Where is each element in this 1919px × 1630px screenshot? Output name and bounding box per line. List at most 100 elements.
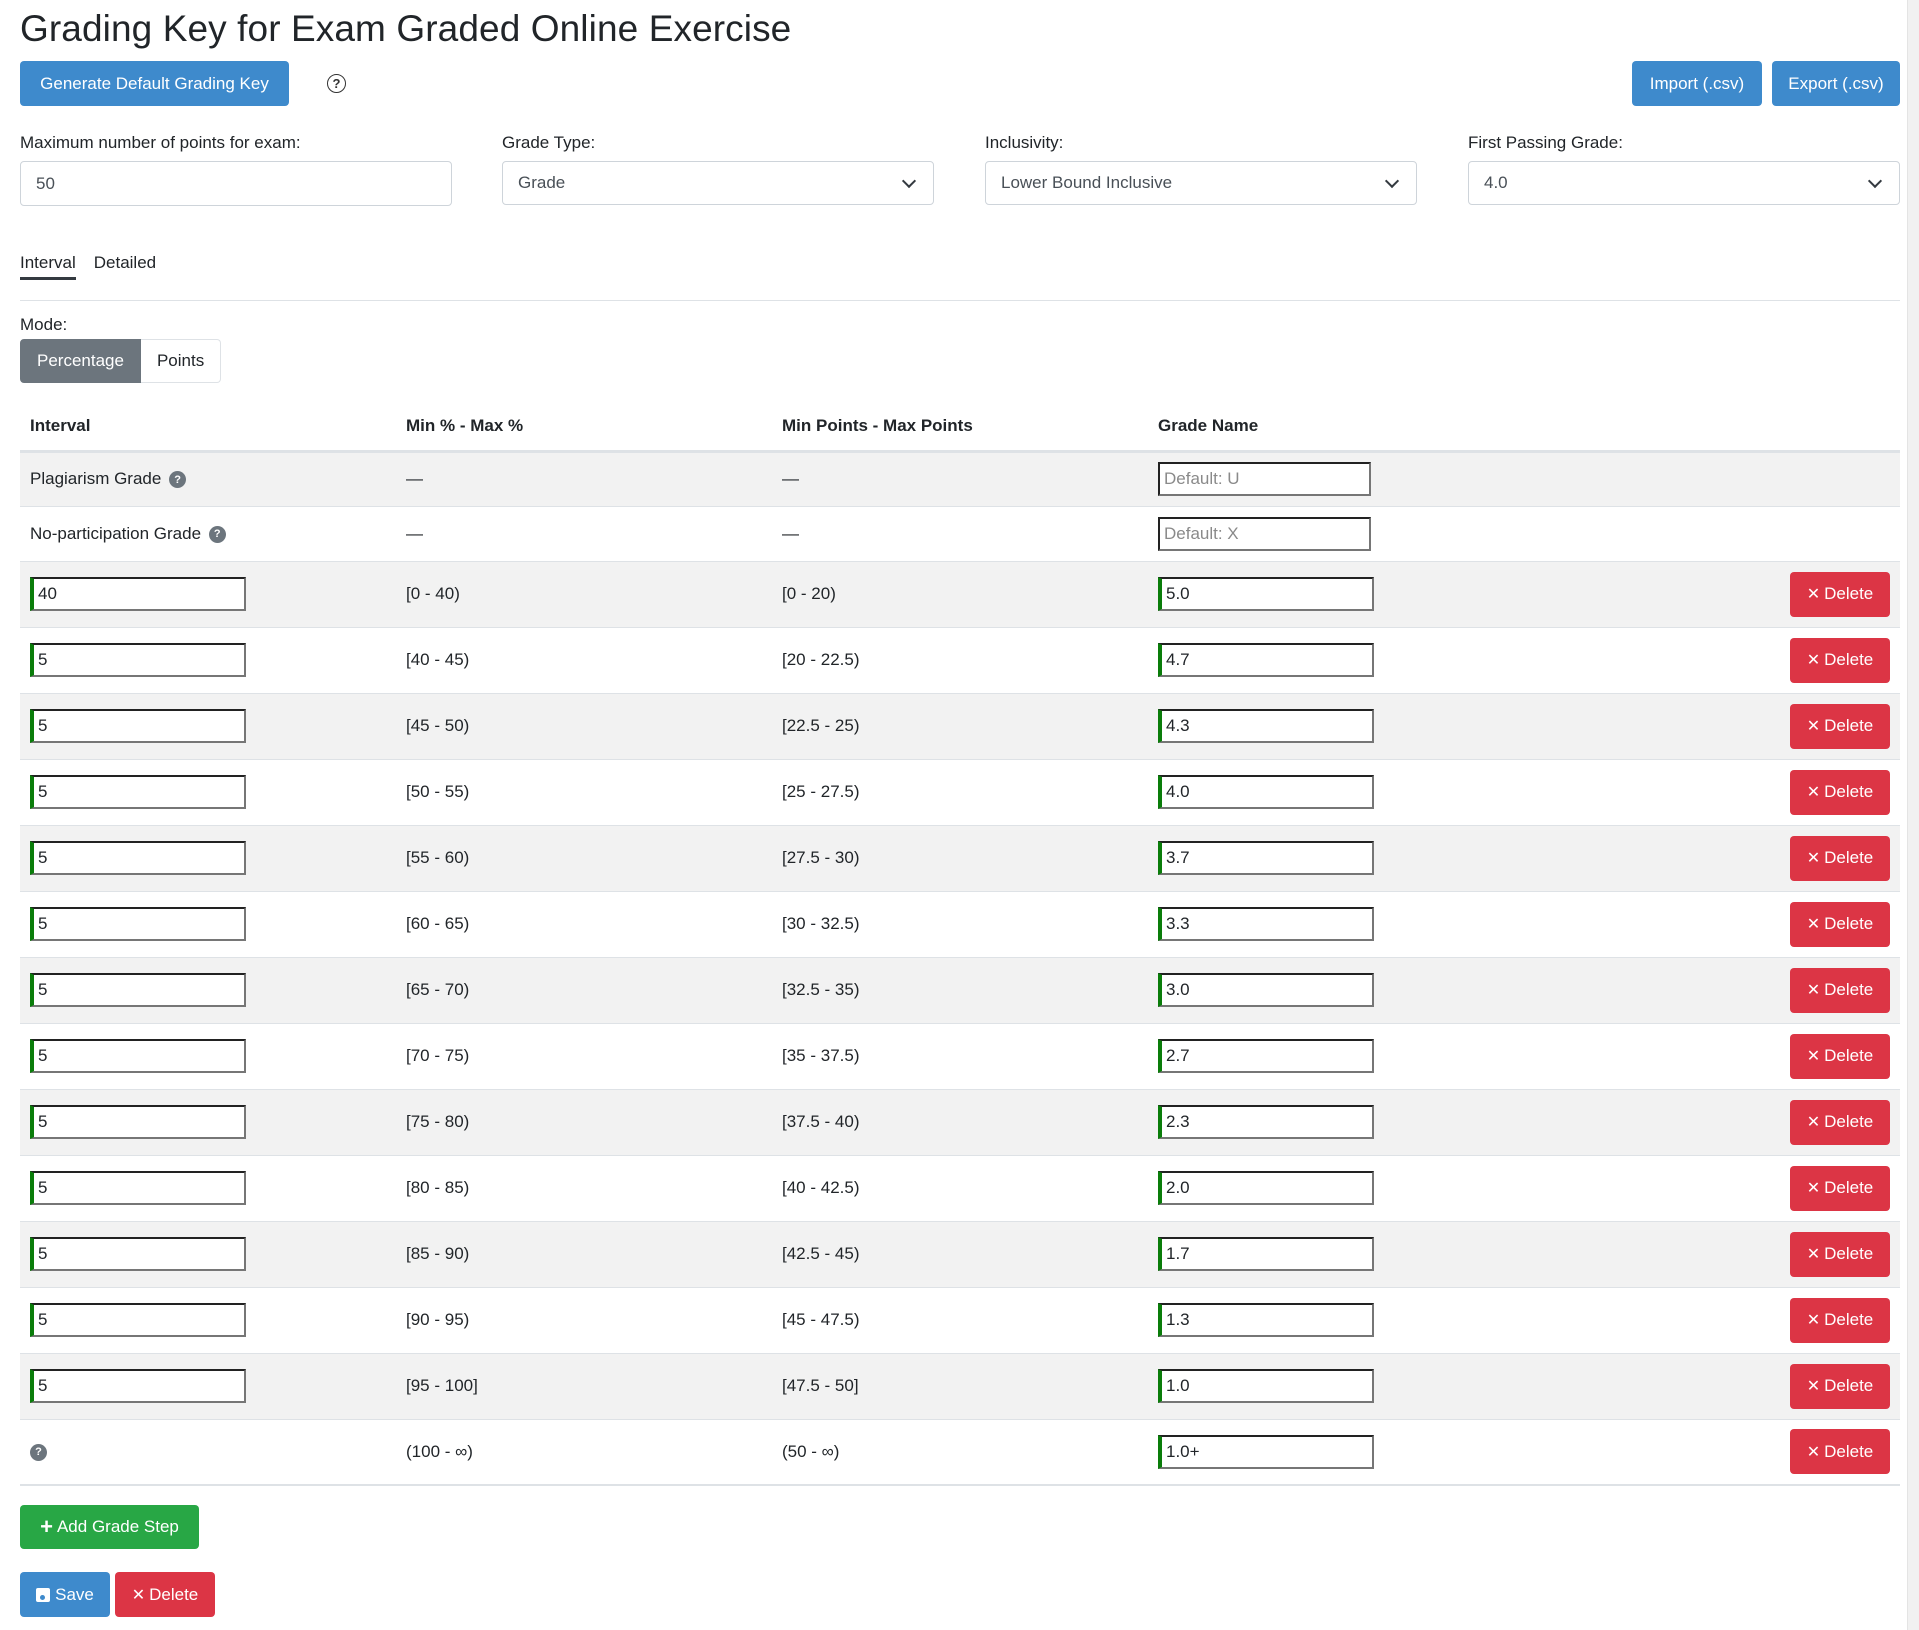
first-passing-grade-select[interactable]: 4.0 xyxy=(1468,161,1900,205)
interval-input[interactable]: 5 xyxy=(30,1105,246,1139)
grade-name-input[interactable]: 3.7 xyxy=(1158,841,1374,875)
tab-interval[interactable]: Interval xyxy=(20,253,76,280)
delete-step-button[interactable]: ✕ Delete xyxy=(1790,901,1890,947)
interval-input[interactable]: 5 xyxy=(30,973,246,1007)
delete-step-button[interactable]: ✕ Delete xyxy=(1790,835,1890,881)
grade-type-select[interactable]: Grade xyxy=(502,161,934,205)
interval-input[interactable]: 5 xyxy=(30,1171,246,1205)
interval-input[interactable]: 5 xyxy=(30,775,246,809)
max-points-field: Maximum number of points for exam: 50 xyxy=(20,133,452,206)
save-label: Save xyxy=(55,1584,94,1604)
interval-cell: 5 xyxy=(20,758,396,825)
close-icon: ✕ xyxy=(1806,850,1821,867)
grade-name-input[interactable]: 5.0 xyxy=(1158,577,1374,611)
close-icon: ✕ xyxy=(1806,586,1821,603)
grade-name-input[interactable]: 3.0 xyxy=(1158,973,1374,1007)
add-grade-step-button[interactable]: + Add Grade Step xyxy=(20,1505,199,1549)
interval-input[interactable]: 5 xyxy=(30,1303,246,1337)
interval-input[interactable]: 5 xyxy=(30,643,246,677)
delete-step-button[interactable]: ✕ Delete xyxy=(1790,1297,1890,1343)
grade-name-cell: 2.7 xyxy=(1148,1022,1647,1089)
delete-step-label: Delete xyxy=(1824,782,1874,801)
max-points-input[interactable]: 50 xyxy=(20,161,452,206)
delete-step-button[interactable]: ✕ Delete xyxy=(1790,1165,1890,1211)
delete-step-label: Delete xyxy=(1824,1178,1874,1197)
plagiarism-label-cell: Plagiarism Grade ? xyxy=(20,450,396,506)
delete-step-button[interactable]: ✕ Delete xyxy=(1790,1099,1890,1145)
interval-input[interactable]: 5 xyxy=(30,1237,246,1271)
bonus-grade-input[interactable]: 1.0+ xyxy=(1158,1434,1374,1469)
generate-default-grading-key-button[interactable]: Generate Default Grading Key xyxy=(20,61,289,106)
question-circle-icon[interactable]: ? xyxy=(327,74,346,93)
tabs-divider xyxy=(20,300,1900,301)
delete-step-button[interactable]: ✕ Delete xyxy=(1790,703,1890,749)
inclusivity-select[interactable]: Lower Bound Inclusive xyxy=(985,161,1417,205)
page-scrollbar[interactable] xyxy=(1907,0,1919,1630)
interval-cell: 5 xyxy=(20,1154,396,1221)
grade-name-input[interactable]: 4.7 xyxy=(1158,643,1374,677)
import-csv-button[interactable]: Import (.csv) xyxy=(1632,61,1762,106)
delete-step-button[interactable]: ✕ Delete xyxy=(1790,1231,1890,1277)
points-range: [25 - 27.5) xyxy=(772,758,1148,825)
percent-range: [40 - 45) xyxy=(396,626,772,693)
question-circle-icon[interactable]: ? xyxy=(208,525,226,543)
close-icon: ✕ xyxy=(131,1586,146,1604)
grade-step-row: 5 [85 - 90) [42.5 - 45) 1.7 ✕ Delete xyxy=(20,1220,1900,1287)
chevron-down-icon xyxy=(901,173,917,188)
percent-range: [70 - 75) xyxy=(396,1022,772,1089)
interval-input[interactable]: 5 xyxy=(30,907,246,941)
grade-name-input[interactable]: 1.0 xyxy=(1158,1369,1374,1403)
no-participation-grade-input[interactable]: Default: X xyxy=(1158,516,1371,551)
inclusivity-value: Lower Bound Inclusive xyxy=(1001,173,1173,192)
actions-cell: ✕ Delete xyxy=(1646,1154,1900,1221)
mode-points-button[interactable]: Points xyxy=(140,339,222,383)
grade-name-input[interactable]: 4.0 xyxy=(1158,775,1374,809)
actions-cell: ✕ Delete xyxy=(1646,1286,1900,1353)
grade-name-input[interactable]: 3.3 xyxy=(1158,907,1374,941)
interval-input[interactable]: 5 xyxy=(30,709,246,743)
delete-step-button[interactable]: ✕ Delete xyxy=(1790,1429,1890,1475)
delete-step-label: Delete xyxy=(1824,1046,1874,1065)
delete-step-button[interactable]: ✕ Delete xyxy=(1790,1033,1890,1079)
inclusivity-field: Inclusivity: Lower Bound Inclusive xyxy=(985,133,1417,205)
interval-input[interactable]: 5 xyxy=(30,1369,246,1403)
grade-name-input[interactable]: 2.3 xyxy=(1158,1105,1374,1139)
grade-step-row: 5 [75 - 80) [37.5 - 40) 2.3 ✕ Delete xyxy=(20,1088,1900,1155)
export-csv-button[interactable]: Export (.csv) xyxy=(1772,61,1900,106)
grade-name-input[interactable]: 1.3 xyxy=(1158,1303,1374,1337)
delete-step-button[interactable]: ✕ Delete xyxy=(1790,637,1890,683)
points-range: [22.5 - 25) xyxy=(772,692,1148,759)
delete-step-button[interactable]: ✕ Delete xyxy=(1790,571,1890,617)
percent-range: [60 - 65) xyxy=(396,890,772,957)
tab-detailed[interactable]: Detailed xyxy=(94,253,156,280)
question-circle-icon[interactable]: ? xyxy=(30,1443,47,1461)
grade-name-input[interactable]: 1.7 xyxy=(1158,1237,1374,1271)
points-range: [20 - 22.5) xyxy=(772,626,1148,693)
plagiarism-grade-cell: Default: U xyxy=(1148,450,1647,506)
delete-step-label: Delete xyxy=(1824,1441,1874,1461)
question-circle-icon[interactable]: ? xyxy=(169,471,187,489)
close-icon: ✕ xyxy=(1806,718,1821,735)
interval-input[interactable]: 5 xyxy=(30,1039,246,1073)
grade-type-value: Grade xyxy=(518,173,566,192)
interval-input[interactable]: 40 xyxy=(30,577,246,611)
delete-step-label: Delete xyxy=(1824,584,1874,603)
save-button[interactable]: Save xyxy=(20,1572,110,1617)
interval-cell: 5 xyxy=(20,1088,396,1155)
interval-input[interactable]: 5 xyxy=(30,841,246,875)
plagiarism-grade-input[interactable]: Default: U xyxy=(1158,462,1371,496)
close-icon: ✕ xyxy=(1806,1443,1821,1461)
delete-grading-key-button[interactable]: ✕ Delete xyxy=(115,1572,215,1617)
actions-cell: ✕ Delete xyxy=(1646,890,1900,957)
delete-step-button[interactable]: ✕ Delete xyxy=(1790,769,1890,815)
grade-name-input[interactable]: 2.7 xyxy=(1158,1039,1374,1073)
delete-step-button[interactable]: ✕ Delete xyxy=(1790,967,1890,1013)
grade-name-input[interactable]: 2.0 xyxy=(1158,1171,1374,1205)
delete-step-button[interactable]: ✕ Delete xyxy=(1790,1363,1890,1409)
points-range: [0 - 20) xyxy=(772,560,1148,627)
grade-name-input[interactable]: 4.3 xyxy=(1158,709,1374,743)
percent-range: [50 - 55) xyxy=(396,758,772,825)
percent-range: [75 - 80) xyxy=(396,1088,772,1155)
grade-step-row: 5 [65 - 70) [32.5 - 35) 3.0 ✕ Delete xyxy=(20,956,1900,1023)
mode-percentage-button[interactable]: Percentage xyxy=(20,339,141,383)
